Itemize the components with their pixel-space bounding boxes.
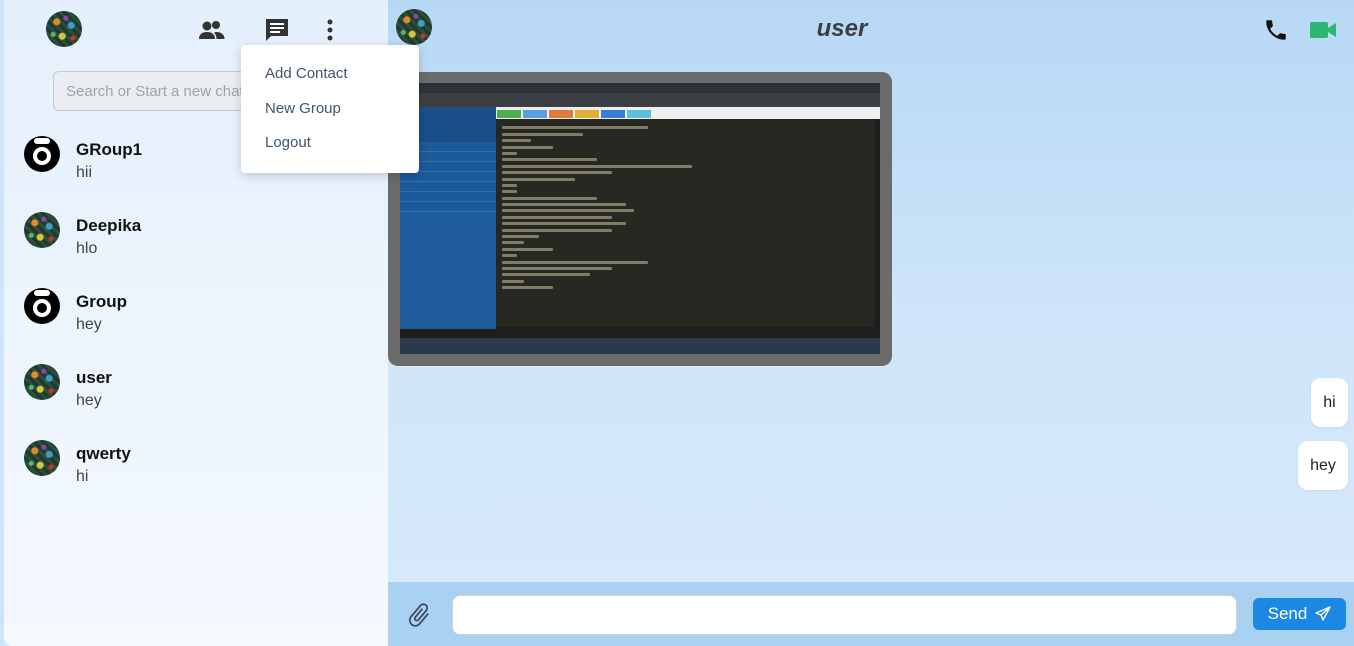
chat-list: GRoup1 hii Deepika hlo Group hey user he…	[4, 132, 388, 512]
chat-name: Group	[76, 292, 127, 311]
chat-name: user	[76, 368, 112, 387]
avatar	[24, 440, 60, 476]
chat-name: Deepika	[76, 216, 142, 235]
chat-name: qwerty	[76, 444, 131, 463]
message-text: hey	[1310, 456, 1336, 474]
conversation-title: user	[816, 15, 868, 42]
contacts-icon[interactable]	[198, 16, 226, 44]
phone-icon[interactable]	[1262, 16, 1290, 44]
chat-item-user[interactable]: user hey	[4, 360, 388, 436]
my-avatar[interactable]	[46, 11, 82, 47]
options-menu: Add Contact New Group Logout	[241, 45, 419, 173]
chat-item-qwerty[interactable]: qwerty hi	[4, 436, 388, 512]
chat-icon[interactable]	[262, 15, 292, 45]
paperclip-icon[interactable]	[404, 600, 434, 630]
group-avatar-icon	[24, 136, 60, 172]
send-label: Send	[1267, 604, 1308, 623]
screenshot-image	[400, 83, 880, 354]
chat-item-group[interactable]: Group hey	[4, 284, 388, 360]
send-button[interactable]: Send	[1253, 598, 1346, 630]
chat-name: GRoup1	[76, 140, 143, 159]
menu-item-add-contact[interactable]: Add Contact	[241, 65, 419, 100]
chat-preview: hey	[76, 316, 102, 333]
menu-item-new-group[interactable]: New Group	[241, 100, 419, 135]
message-input[interactable]	[452, 595, 1237, 635]
video-call-icon[interactable]	[1308, 16, 1338, 44]
group-avatar-icon	[24, 288, 60, 324]
conversation-header: user	[388, 0, 1354, 60]
chat-preview: hi	[76, 468, 89, 485]
conversation-pane: user hi hey Send	[388, 0, 1354, 646]
avatar	[24, 364, 60, 400]
menu-item-logout[interactable]: Logout	[241, 134, 419, 169]
chat-preview: hey	[76, 392, 102, 409]
paper-plane-icon	[1315, 606, 1332, 621]
avatar	[24, 212, 60, 248]
chat-preview: hii	[76, 164, 93, 181]
chat-preview: hlo	[76, 240, 98, 257]
message-composer: Send	[388, 582, 1354, 646]
message-bubble: hi	[1311, 378, 1348, 427]
more-vertical-icon[interactable]	[320, 16, 340, 44]
message-bubble: hey	[1298, 441, 1348, 490]
chat-item-deepika[interactable]: Deepika hlo	[4, 208, 388, 284]
image-message[interactable]	[388, 72, 892, 366]
message-text: hi	[1323, 393, 1336, 411]
